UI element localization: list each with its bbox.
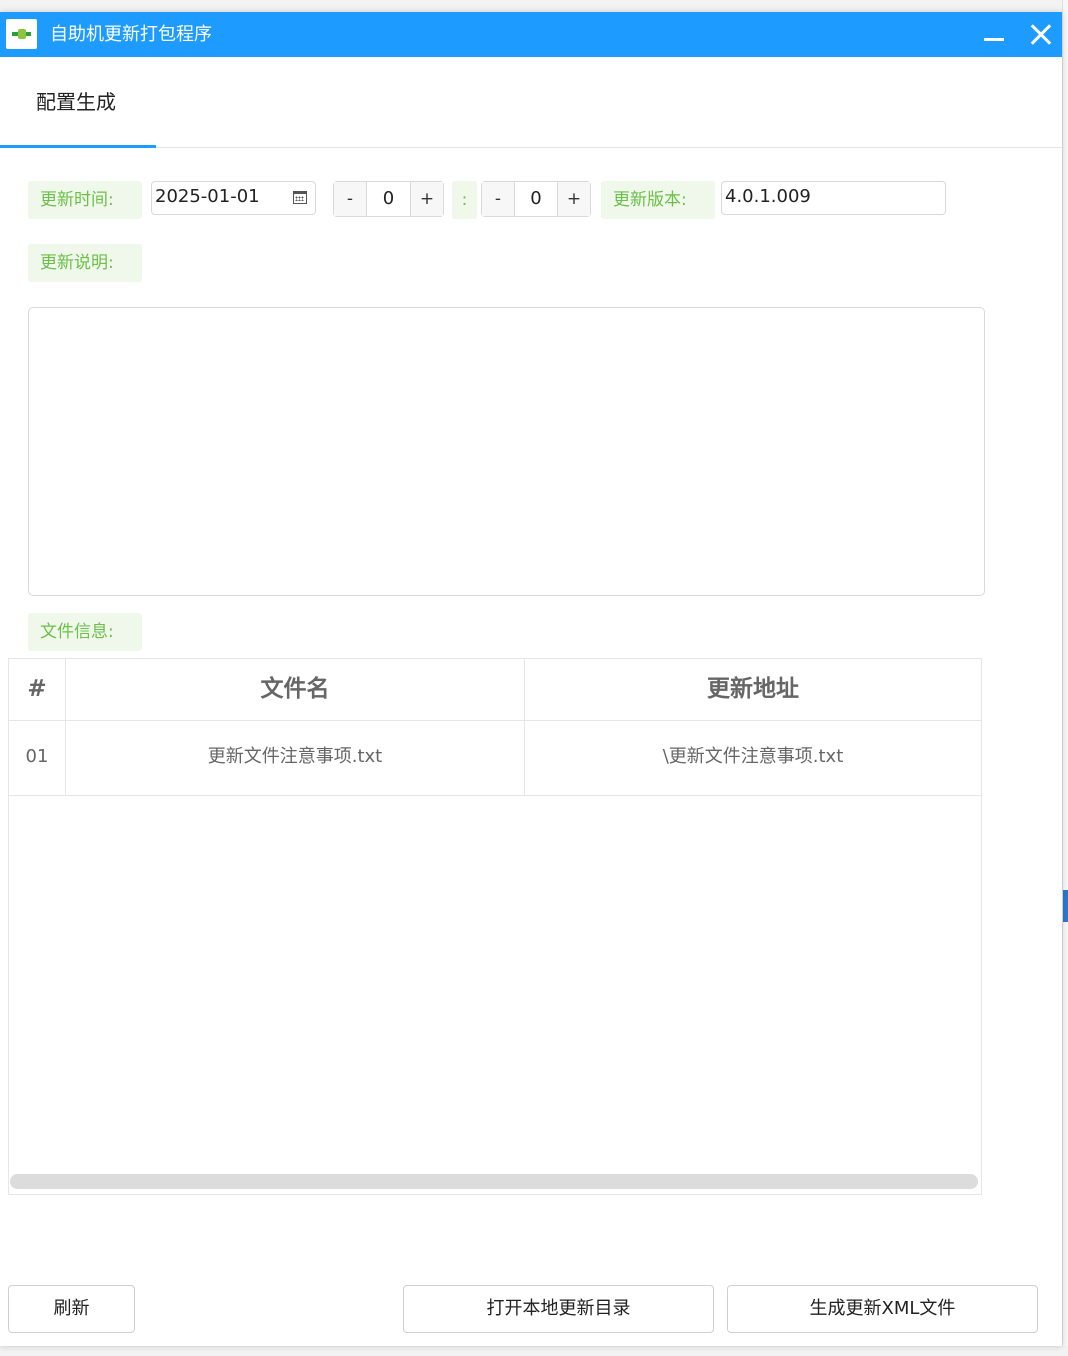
hour-increment-button[interactable]: +	[410, 182, 443, 216]
table-header: # 文件名 更新地址	[9, 659, 981, 721]
table-row[interactable]: 01 更新文件注意事项.txt \更新文件注意事项.txt	[9, 720, 981, 796]
minimize-icon	[984, 38, 1004, 41]
tab-bar: 配置生成	[0, 57, 1062, 148]
column-header-file-name[interactable]: 文件名	[66, 659, 525, 720]
column-header-update-address[interactable]: 更新地址	[525, 659, 981, 720]
title-bar[interactable]: 自助机更新打包程序	[0, 12, 1062, 57]
time-separator: :	[452, 181, 477, 219]
date-value: 2025-01-01	[155, 186, 260, 207]
cell-file-name: 更新文件注意事项.txt	[66, 720, 525, 795]
background-window-accent	[1063, 890, 1068, 922]
hour-decrement-button[interactable]: -	[334, 182, 367, 216]
file-info-label: 文件信息:	[28, 613, 142, 651]
hour-value[interactable]: 0	[367, 182, 410, 216]
update-time-label: 更新时间:	[28, 181, 142, 219]
version-label: 更新版本:	[601, 181, 715, 219]
close-button[interactable]	[1020, 12, 1060, 57]
minute-value[interactable]: 0	[515, 182, 557, 216]
open-local-update-dir-button[interactable]: 打开本地更新目录	[403, 1285, 714, 1333]
version-value: 4.0.1.009	[725, 186, 811, 207]
column-header-index[interactable]: #	[9, 659, 66, 720]
update-notes-textarea[interactable]	[28, 307, 985, 596]
cell-index: 01	[9, 720, 66, 795]
file-table: # 文件名 更新地址 01 更新文件注意事项.txt \更新文件注意事项.txt	[8, 658, 982, 1195]
minute-stepper[interactable]: - 0 +	[481, 181, 591, 217]
minute-increment-button[interactable]: +	[557, 182, 590, 216]
refresh-button[interactable]: 刷新	[8, 1285, 135, 1333]
minimize-button[interactable]	[973, 12, 1013, 57]
date-picker[interactable]: 2025-01-01	[151, 181, 316, 215]
version-input[interactable]: 4.0.1.009	[721, 181, 946, 215]
tab-config-generate[interactable]: 配置生成	[0, 57, 156, 148]
window-title: 自助机更新打包程序	[50, 24, 212, 45]
horizontal-scrollbar[interactable]	[10, 1174, 978, 1189]
minute-decrement-button[interactable]: -	[482, 182, 515, 216]
hour-stepper[interactable]: - 0 +	[333, 181, 444, 217]
app-window: 自助机更新打包程序 配置生成 更新时间: 2025-01-01 - 0 + : …	[0, 12, 1062, 1346]
background-window-edge	[1062, 0, 1068, 1356]
tab-label: 配置生成	[36, 90, 116, 114]
app-logo-icon	[6, 19, 37, 49]
background-window-bottom	[0, 1346, 1068, 1356]
calendar-icon[interactable]	[293, 191, 307, 204]
update-notes-label: 更新说明:	[28, 244, 142, 282]
generate-xml-button[interactable]: 生成更新XML文件	[727, 1285, 1038, 1333]
tab-active-indicator	[0, 145, 156, 148]
cell-update-address: \更新文件注意事项.txt	[662, 746, 844, 767]
